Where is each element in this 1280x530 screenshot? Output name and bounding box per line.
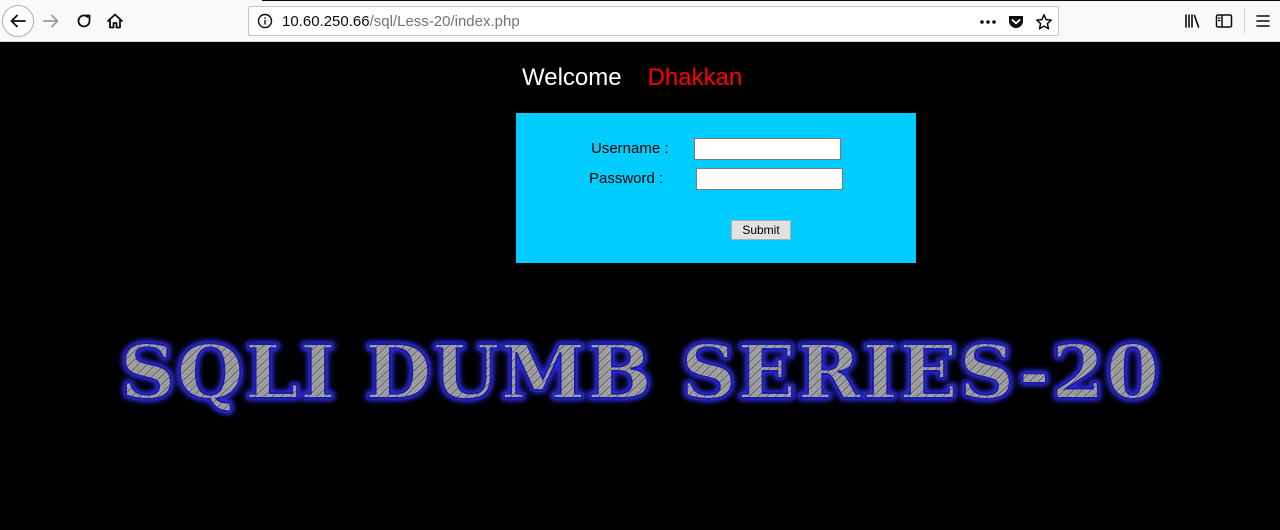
url-host: 10.60.250.66: [282, 13, 370, 30]
pocket-icon[interactable]: [1006, 12, 1026, 32]
series-title-logo: SQLI DUMB SERIES-20: [119, 329, 1161, 417]
submit-button[interactable]: Submit: [731, 220, 791, 240]
sidebar-icon[interactable]: [1213, 10, 1235, 32]
toolbar-separator: [1244, 8, 1245, 34]
info-icon[interactable]: [257, 13, 273, 29]
browser-toolbar: 10.60.250.66/sql/Less-20/index.php: [0, 0, 1280, 42]
series-banner: SQLI DUMB SERIES-20: [0, 328, 1280, 418]
password-input[interactable]: [696, 168, 843, 190]
welcome-word: Welcome: [522, 64, 622, 91]
welcome-heading: Welcome Dhakkan: [522, 64, 742, 92]
login-form: Username : Password : Submit: [516, 113, 916, 263]
forward-arrow-icon: [43, 14, 59, 28]
hamburger-menu-icon[interactable]: [1252, 10, 1274, 32]
star-icon[interactable]: [1034, 12, 1054, 32]
url-path: /sql/Less-20/index.php: [369, 13, 520, 30]
reload-button[interactable]: [70, 7, 98, 35]
username-label: Username :: [591, 140, 669, 157]
home-button[interactable]: [101, 7, 129, 35]
back-button[interactable]: [2, 5, 34, 37]
page-content: Welcome Dhakkan Username : Password : Sub…: [0, 42, 1280, 530]
tab-strip-edge: [262, 0, 1280, 1]
password-label: Password :: [589, 170, 664, 187]
url-text[interactable]: 10.60.250.66/sql/Less-20/index.php: [282, 13, 520, 30]
address-bar[interactable]: 10.60.250.66/sql/Less-20/index.php: [248, 6, 1059, 36]
reload-icon: [77, 14, 91, 28]
welcome-name: Dhakkan: [647, 64, 743, 91]
home-icon: [107, 13, 123, 29]
more-dots-icon[interactable]: [978, 12, 998, 32]
username-input[interactable]: [694, 138, 841, 160]
library-icon[interactable]: [1182, 10, 1204, 32]
forward-button[interactable]: [37, 7, 65, 35]
back-arrow-icon: [10, 14, 26, 28]
